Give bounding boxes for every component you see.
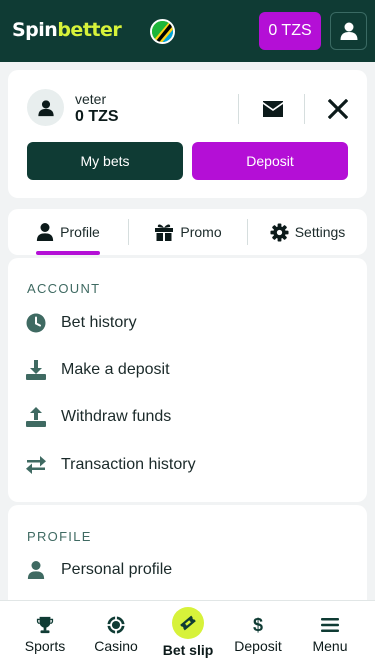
messages-button[interactable] xyxy=(261,97,285,121)
close-icon xyxy=(328,99,348,119)
deposit-button[interactable]: Deposit xyxy=(192,142,348,180)
account-card: veter 0 TZS My bets Deposit xyxy=(8,70,367,198)
person-icon xyxy=(37,99,54,116)
menu-item-label: Transaction history xyxy=(61,456,196,473)
tab-settings[interactable]: Settings xyxy=(248,209,367,255)
person-icon xyxy=(37,223,54,241)
nav-menu[interactable]: Menu xyxy=(302,601,358,667)
ticket-icon xyxy=(172,607,204,639)
envelope-icon xyxy=(263,101,283,117)
profile-section: PROFILE Personal profile xyxy=(8,505,367,615)
avatar xyxy=(27,89,64,126)
tab-promo-label: Promo xyxy=(180,224,222,240)
tanzania-flag-icon[interactable] xyxy=(150,19,175,44)
nav-label: Bet slip xyxy=(162,642,214,658)
username: veter xyxy=(75,91,107,107)
nav-label: Sports xyxy=(24,638,66,654)
user-icon xyxy=(340,22,357,40)
menu-item-label: Bet history xyxy=(61,314,137,331)
section-title-profile: PROFILE xyxy=(27,529,92,544)
logo-text-spin: Spin xyxy=(12,19,58,41)
clock-icon xyxy=(25,312,47,334)
divider xyxy=(304,94,305,124)
nav-label: Deposit xyxy=(234,638,282,654)
header-balance-text: 0 TZS xyxy=(268,22,312,39)
active-tab-indicator xyxy=(36,251,100,255)
tab-settings-label: Settings xyxy=(294,224,346,240)
menu-item-transaction-history[interactable]: Transaction history xyxy=(25,451,345,479)
nav-sports[interactable]: Sports xyxy=(16,601,74,667)
tab-profile-label: Profile xyxy=(60,224,100,240)
chip-icon xyxy=(105,615,127,635)
upload-tray-icon xyxy=(25,406,47,428)
bottom-navigation: Sports Casino Bet slip $ Deposit Menu xyxy=(0,600,375,667)
section-title-account: ACCOUNT xyxy=(27,281,101,296)
transfer-arrows-icon xyxy=(25,454,47,476)
hamburger-icon xyxy=(319,615,341,635)
spinbetter-logo[interactable]: Spinbetter xyxy=(12,19,122,41)
divider xyxy=(238,94,239,124)
person-icon xyxy=(25,559,47,581)
nav-label: Casino xyxy=(94,638,138,654)
my-bets-label: My bets xyxy=(80,153,130,169)
top-bar: Spinbetter 0 TZS xyxy=(0,0,375,62)
my-bets-button[interactable]: My bets xyxy=(27,142,183,180)
close-button[interactable] xyxy=(326,97,350,121)
deposit-label: Deposit xyxy=(246,153,294,169)
trophy-icon xyxy=(34,615,56,635)
profile-tabs: Profile Promo Settings xyxy=(8,209,367,255)
menu-item-label: Make a deposit xyxy=(61,361,170,378)
download-tray-icon xyxy=(25,359,47,381)
tab-promo[interactable]: Promo xyxy=(129,209,247,255)
nav-deposit[interactable]: $ Deposit xyxy=(228,601,288,667)
menu-item-label: Withdraw funds xyxy=(61,408,172,425)
header-balance-button[interactable]: 0 TZS xyxy=(259,12,321,50)
account-section: ACCOUNT Bet history Make a deposit Withd… xyxy=(8,258,367,502)
nav-casino[interactable]: Casino xyxy=(86,601,146,667)
menu-item-label: Personal profile xyxy=(61,561,173,578)
nav-label: Menu xyxy=(312,638,348,654)
menu-item-bet-history[interactable]: Bet history xyxy=(25,309,345,337)
logo-text-better: better xyxy=(57,19,122,41)
user-profile-button[interactable] xyxy=(330,12,367,50)
account-balance: 0 TZS xyxy=(75,108,119,125)
menu-item-withdraw-funds[interactable]: Withdraw funds xyxy=(25,403,345,431)
gear-icon xyxy=(270,222,289,242)
tab-profile[interactable]: Profile xyxy=(8,209,128,255)
menu-item-personal-profile[interactable]: Personal profile xyxy=(25,556,345,584)
dollar-icon: $ xyxy=(252,614,263,635)
menu-item-make-deposit[interactable]: Make a deposit xyxy=(25,356,345,384)
nav-bet-slip[interactable]: Bet slip xyxy=(155,601,221,667)
gift-icon xyxy=(155,224,174,241)
